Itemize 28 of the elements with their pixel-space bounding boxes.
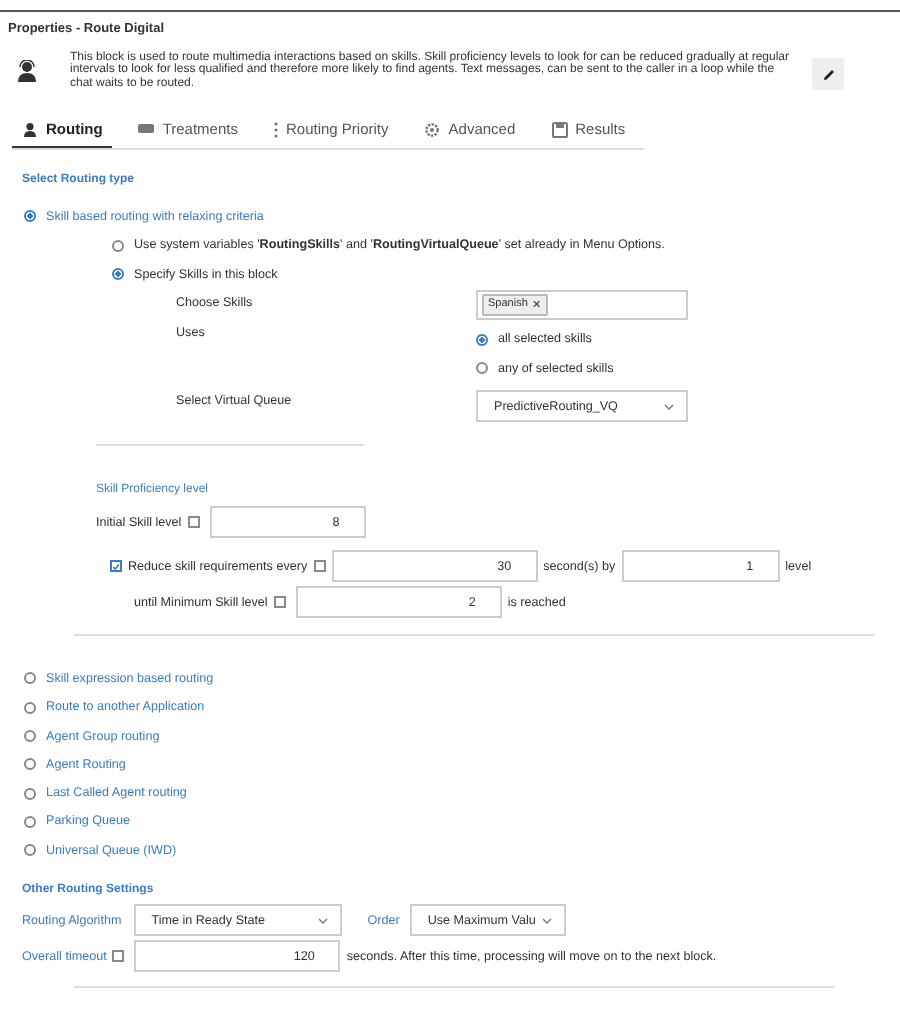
radio-button[interactable] [476, 362, 488, 375]
save-icon [551, 121, 568, 137]
caret-icon [664, 403, 674, 410]
radio-button[interactable] [24, 815, 36, 828]
pencil-icon [821, 67, 835, 81]
checkbox[interactable] [112, 950, 125, 963]
checkbox[interactable] [313, 560, 326, 573]
radio-button[interactable] [112, 268, 124, 281]
checkbox[interactable] [273, 596, 286, 609]
chat-icon [138, 123, 155, 135]
radio-button[interactable] [24, 672, 36, 685]
checkbox[interactable] [187, 516, 200, 529]
caret-icon [541, 917, 552, 924]
radio-button[interactable] [24, 787, 36, 800]
person-icon [22, 121, 38, 137]
radio-button[interactable] [24, 730, 36, 743]
radio-button[interactable] [476, 333, 488, 346]
radio-button[interactable] [24, 701, 36, 714]
radio-button[interactable] [112, 239, 124, 252]
radio-button[interactable] [24, 758, 36, 771]
dots-icon [273, 121, 278, 137]
caret-icon [317, 917, 328, 924]
checkbox[interactable] [110, 560, 122, 573]
radio-button[interactable] [24, 844, 36, 857]
headset-person-icon [18, 60, 36, 82]
edit-button[interactable] [812, 58, 844, 90]
radio-button[interactable] [24, 210, 36, 223]
gear-icon [424, 121, 441, 137]
